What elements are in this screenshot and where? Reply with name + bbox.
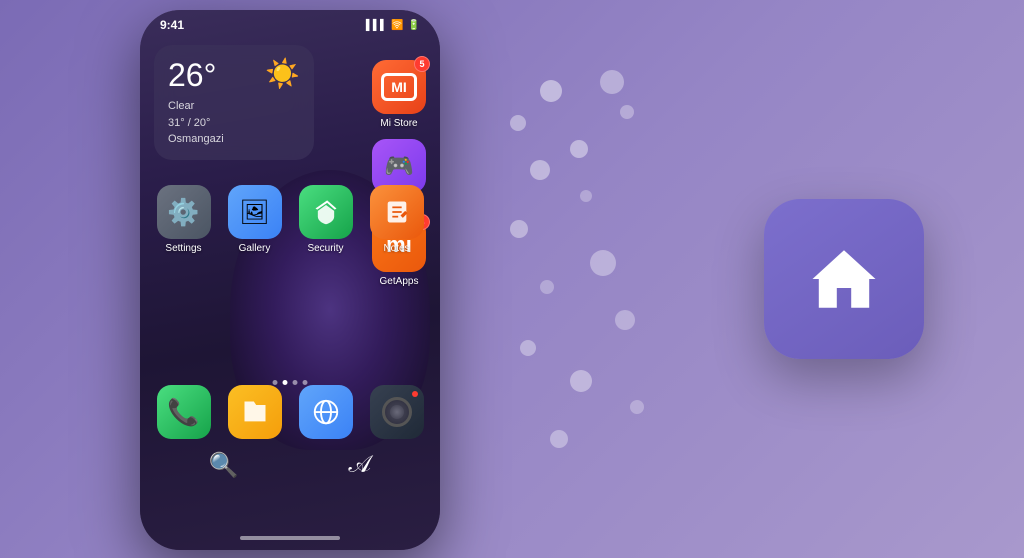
signal-icon: ▌▌▌ <box>366 20 387 31</box>
dock-profile-icon[interactable]: 𝒜 <box>348 452 371 479</box>
app-gallery-label: Gallery <box>239 243 271 254</box>
app-files[interactable] <box>228 385 282 439</box>
app-settings-label: Settings <box>165 243 201 254</box>
app-mi-store[interactable]: MI 5 Mi Store <box>372 60 426 129</box>
dock: 🔍 𝒜 <box>154 451 426 480</box>
status-time: 9:41 <box>160 18 184 32</box>
home-app-icon[interactable] <box>764 199 924 359</box>
app-settings[interactable]: ⚙️ Settings <box>157 185 211 254</box>
app-security[interactable]: Security <box>299 185 353 254</box>
phone-container: 9:41 ▌▌▌ 🛜 🔋 ☀️ 26° Clear 31° / 20° Osma… <box>140 10 440 550</box>
status-icons: ▌▌▌ 🛜 🔋 <box>366 20 420 31</box>
app-notes-label: Notes <box>383 243 409 254</box>
wifi-icon: 🛜 <box>391 20 403 31</box>
app-notes[interactable]: Notes <box>370 185 424 254</box>
battery-icon: 🔋 <box>408 20 420 31</box>
dock-search-icon[interactable]: 🔍 <box>209 451 239 480</box>
app-mi-store-label: Mi Store <box>380 118 417 129</box>
app-getapps-label: GetApps <box>380 276 419 287</box>
weather-widget[interactable]: ☀️ 26° Clear 31° / 20° Osmangazi <box>154 45 314 160</box>
app-security-label: Security <box>307 243 343 254</box>
status-bar: 9:41 ▌▌▌ 🛜 🔋 <box>140 10 440 36</box>
app-grid-row4: 📞 <box>154 385 426 439</box>
weather-sun-icon: ☀️ <box>265 57 300 90</box>
app-camera[interactable] <box>370 385 424 439</box>
app-phone[interactable]: 📞 <box>157 385 211 439</box>
phone-frame: 9:41 ▌▌▌ 🛜 🔋 ☀️ 26° Clear 31° / 20° Osma… <box>140 10 440 550</box>
home-indicator[interactable] <box>240 536 340 540</box>
home-icon-svg <box>799 234 889 324</box>
app-grid-middle: ⚙️ Settings 🖼 Gallery Security <box>154 185 426 254</box>
weather-description: Clear 31° / 20° Osmangazi <box>168 98 300 148</box>
app-gallery[interactable]: 🖼 Gallery <box>228 185 282 254</box>
app-browser[interactable] <box>299 385 353 439</box>
